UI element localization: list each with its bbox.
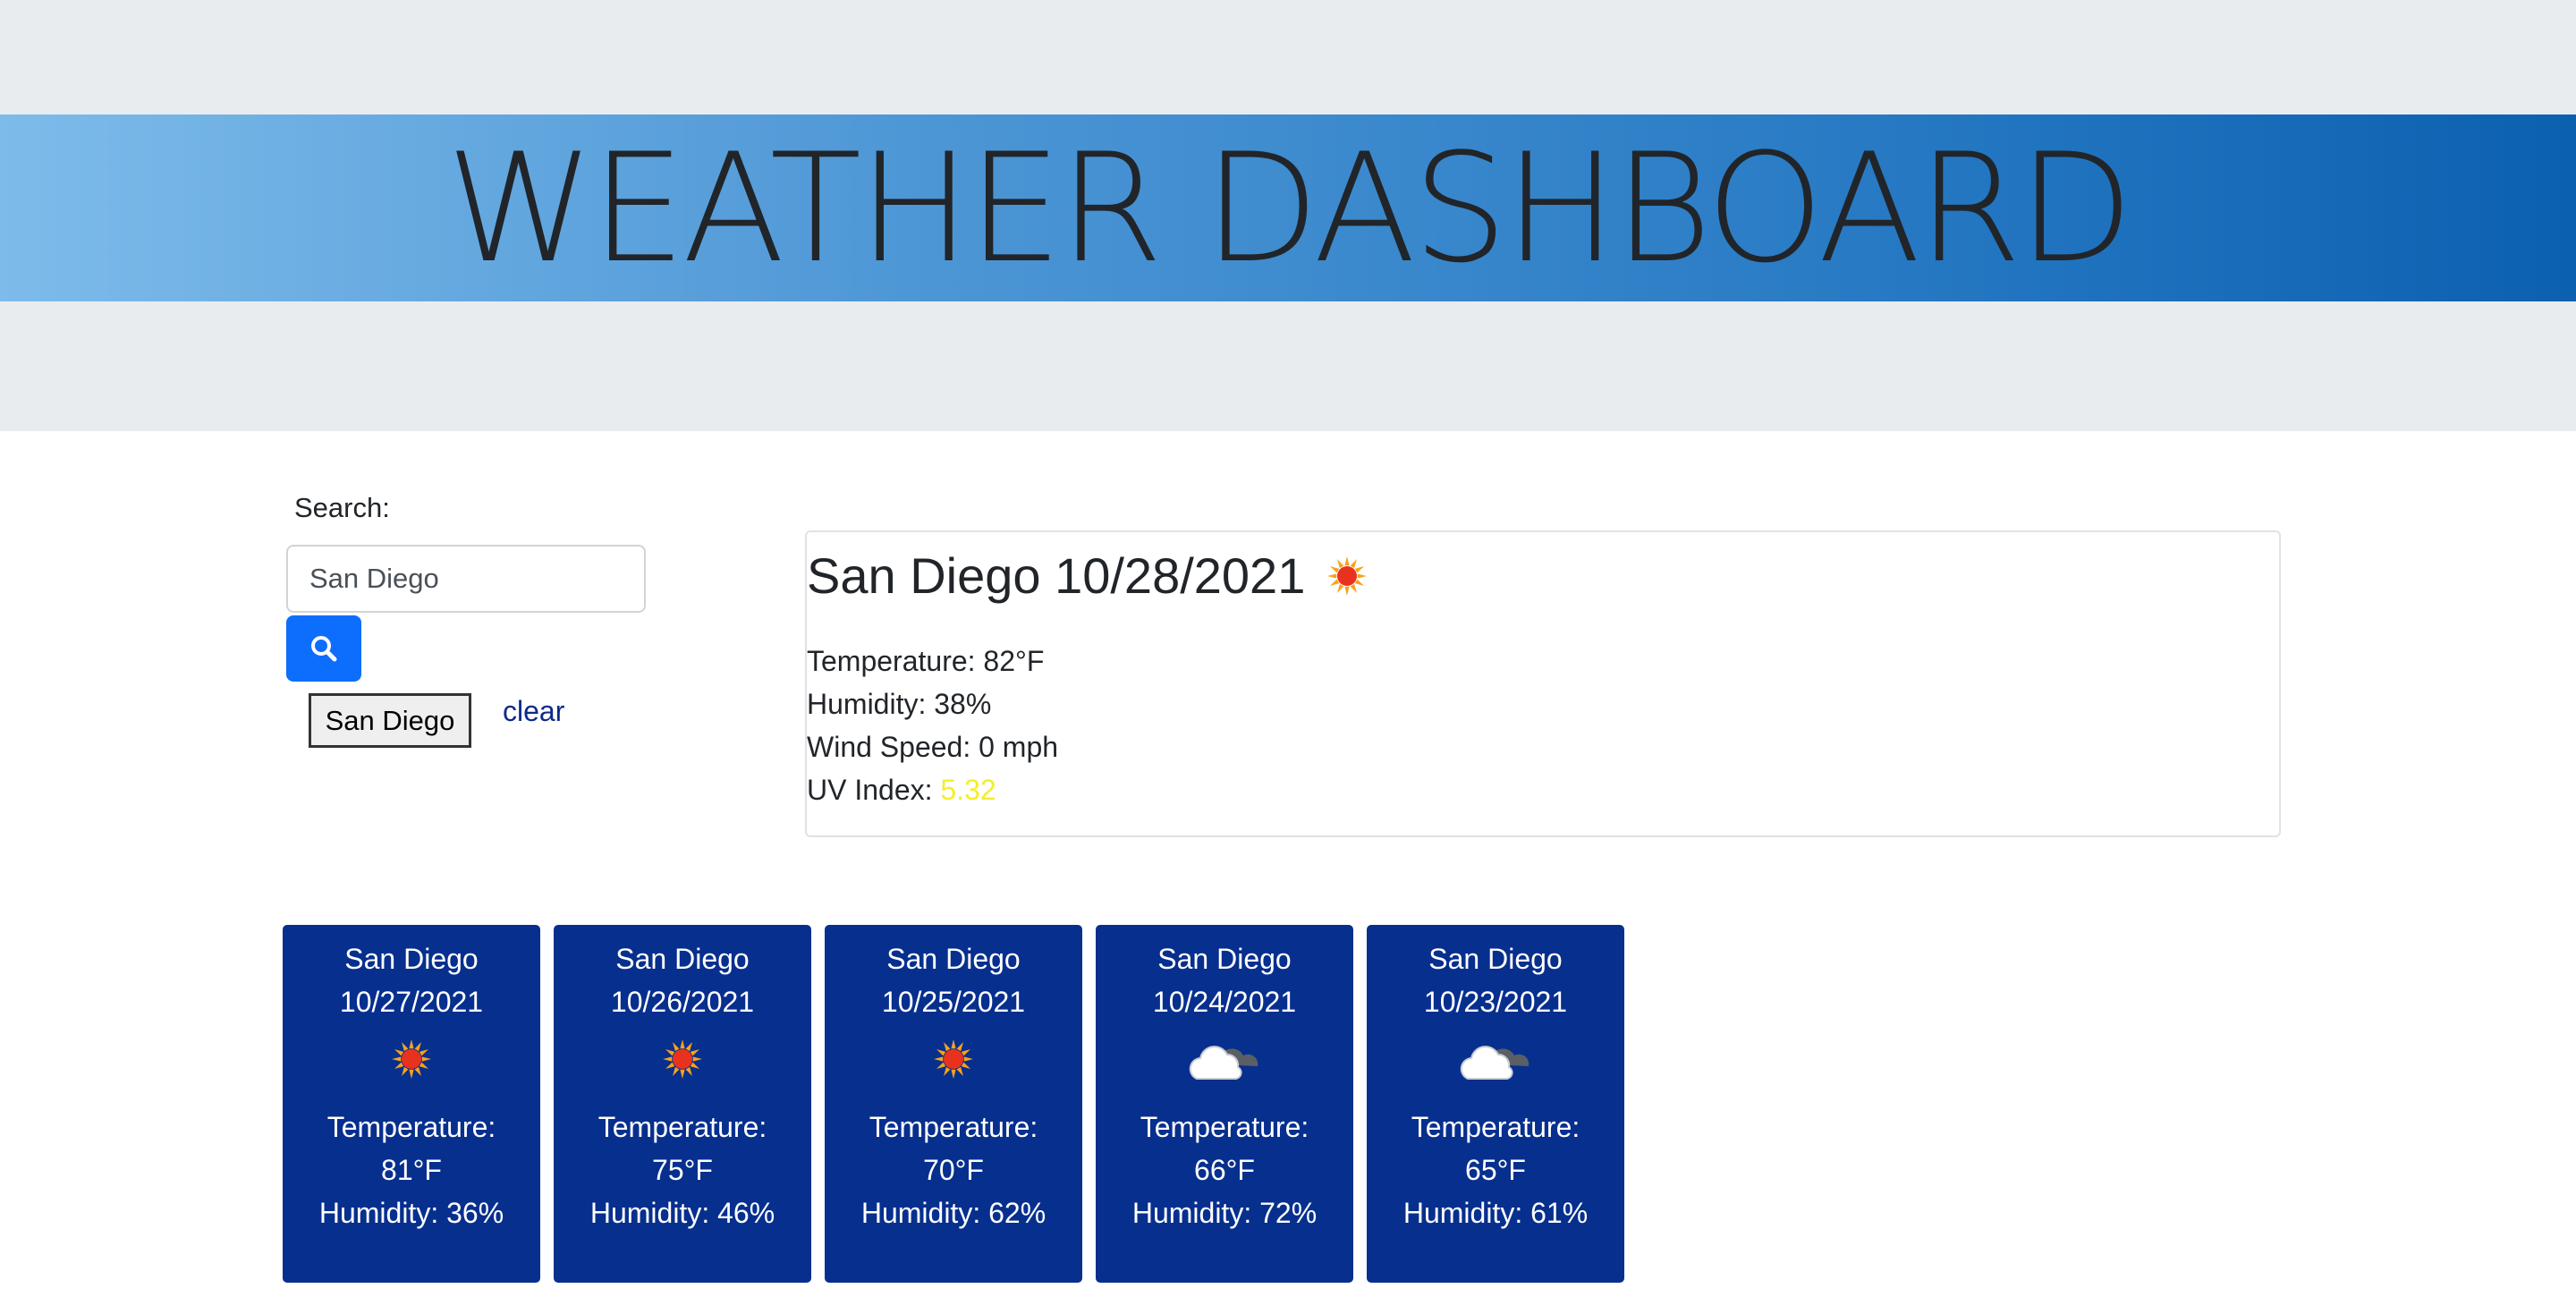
forecast-card: San Diego 10/26/2021 Temperature: 75°F H…	[554, 925, 811, 1283]
forecast-temperature-label: Temperature:	[326, 1111, 496, 1143]
forecast-card: San Diego 10/24/2021 Temperature: 66°F H…	[1096, 925, 1353, 1283]
forecast-temperature-label: Temperature:	[1140, 1111, 1309, 1143]
hero-jumbotron: WEATHER DASHBOARD	[0, 0, 2576, 431]
forecast-city: San Diego	[886, 943, 1021, 975]
forecast-humidity: Humidity: 72%	[1131, 1197, 1318, 1229]
forecast-city: San Diego	[615, 943, 750, 975]
current-weather-card: San Diego 10/28/2021 Temperature: 82°F H…	[805, 530, 2281, 837]
sun-icon	[934, 1039, 973, 1079]
history-button-san-diego[interactable]: San Diego	[309, 693, 471, 748]
search-button[interactable]	[286, 615, 361, 682]
forecast-temperature: 65°F	[1465, 1154, 1526, 1186]
uv-value: 5.32	[940, 774, 996, 806]
forecast-humidity: Humidity: 36%	[318, 1197, 504, 1229]
title-banner: WEATHER DASHBOARD	[0, 114, 2576, 301]
forecast-date: 10/26/2021	[610, 986, 755, 1018]
forecast-card: San Diego 10/27/2021 Temperature: 81°F H…	[283, 925, 540, 1283]
search-icon	[311, 636, 337, 662]
current-humidity: Humidity: 38%	[807, 688, 992, 720]
forecast-temperature-label: Temperature:	[869, 1111, 1038, 1143]
sun-icon	[1327, 555, 1368, 596]
forecast-date: 10/25/2021	[881, 986, 1026, 1018]
forecast-temperature: 75°F	[652, 1154, 713, 1186]
cloud-icon	[1460, 1046, 1530, 1080]
forecast-humidity: Humidity: 62%	[860, 1197, 1046, 1229]
search-label: Search:	[294, 492, 390, 523]
forecast-humidity: Humidity: 61%	[1402, 1197, 1589, 1229]
forecast-row: San Diego 10/27/2021 Temperature: 81°F H…	[283, 925, 1624, 1283]
forecast-city: San Diego	[1157, 943, 1292, 975]
forecast-card: San Diego 10/25/2021 Temperature: 70°F H…	[825, 925, 1082, 1283]
forecast-temperature: 81°F	[381, 1154, 442, 1186]
forecast-city: San Diego	[1428, 943, 1563, 975]
page-title: WEATHER DASHBOARD	[445, 120, 2133, 296]
search-input[interactable]	[286, 545, 646, 613]
current-city-date: San Diego 10/28/2021	[807, 547, 1306, 604]
current-temperature: Temperature: 82°F	[807, 645, 1045, 677]
current-uv-index: UV Index: 5.32	[807, 768, 1058, 811]
forecast-temperature: 66°F	[1194, 1154, 1255, 1186]
forecast-temperature: 70°F	[923, 1154, 984, 1186]
forecast-humidity: Humidity: 46%	[589, 1197, 775, 1229]
current-weather-heading: San Diego 10/28/2021	[807, 547, 1368, 605]
sun-icon	[392, 1039, 431, 1079]
current-wind-speed: Wind Speed: 0 mph	[807, 731, 1059, 763]
forecast-date: 10/23/2021	[1423, 986, 1568, 1018]
forecast-temperature-label: Temperature:	[597, 1111, 767, 1143]
forecast-card: San Diego 10/23/2021 Temperature: 65°F H…	[1367, 925, 1624, 1283]
forecast-date: 10/24/2021	[1152, 986, 1297, 1018]
sun-icon	[663, 1039, 702, 1079]
cloud-icon	[1189, 1046, 1258, 1080]
current-stats: Temperature: 82°F Humidity: 38% Wind Spe…	[807, 640, 1058, 811]
uv-label: UV Index:	[807, 774, 941, 806]
forecast-temperature-label: Temperature:	[1411, 1111, 1580, 1143]
forecast-date: 10/27/2021	[339, 986, 484, 1018]
clear-link[interactable]: clear	[503, 695, 564, 728]
forecast-city: San Diego	[344, 943, 479, 975]
